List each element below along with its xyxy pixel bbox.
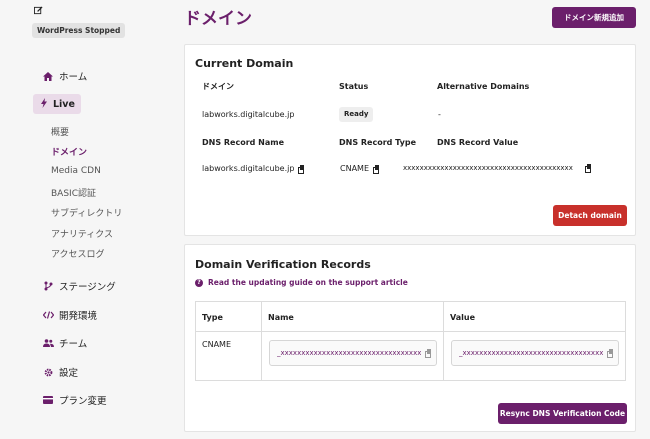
sidebar-item-live[interactable]: Live bbox=[33, 94, 81, 114]
sidebar-subitem-analytics[interactable]: アナリティクス bbox=[51, 227, 113, 240]
alt-domains-header: Alternative Domains bbox=[437, 82, 530, 91]
sidebar-subitem-basic-auth[interactable]: BASIC認証 bbox=[51, 186, 96, 199]
sidebar-item-label: プラン変更 bbox=[59, 396, 107, 407]
dns-name-value: labworks.digitalcube.jp bbox=[202, 164, 295, 173]
record-name-value: _xxxxxxxxxxxxxxxxxxxxxxxxxxxxxxxxxx bbox=[277, 349, 421, 357]
table-row: CNAME _xxxxxxxxxxxxxxxxxxxxxxxxxxxxxxxxx… bbox=[195, 331, 626, 381]
bolt-icon bbox=[41, 97, 47, 111]
record-value-value: _xxxxxxxxxxxxxxxxxxxxxxxxxxxxxxxxxx bbox=[459, 349, 603, 357]
sidebar-item-home[interactable]: ホーム bbox=[42, 69, 87, 83]
sidebar-subitem-domain[interactable]: ドメイン bbox=[51, 145, 87, 158]
sidebar-subitem-media-cdn[interactable]: Media CDN bbox=[51, 166, 101, 176]
status-badge: WordPress Stopped bbox=[32, 23, 126, 38]
copy-icon[interactable] bbox=[373, 164, 379, 174]
dns-name-cell: labworks.digitalcube.jp bbox=[202, 164, 305, 174]
dns-name-header: DNS Record Name bbox=[202, 138, 285, 147]
dns-value-header: DNS Record Value bbox=[437, 138, 519, 147]
sidebar-item-settings[interactable]: 設定 bbox=[42, 365, 78, 379]
team-icon bbox=[42, 338, 54, 348]
sidebar-item-label: ホーム bbox=[59, 72, 88, 83]
sidebar: WordPress Stopped ホーム Live 概要 ドメイン Media… bbox=[0, 0, 171, 439]
dns-type-cell: CNAME bbox=[340, 164, 379, 174]
sidebar-item-plan-change[interactable]: プラン変更 bbox=[42, 393, 107, 407]
sidebar-subitem-overview[interactable]: 概要 bbox=[51, 125, 69, 138]
question-icon: ? bbox=[195, 278, 203, 287]
resync-dns-button[interactable]: Resync DNS Verification Code bbox=[498, 403, 627, 424]
sidebar-item-team[interactable]: チーム bbox=[42, 336, 87, 350]
home-icon bbox=[42, 71, 54, 81]
sidebar-subitem-access-log[interactable]: アクセスログ bbox=[51, 247, 105, 260]
status-badge-ready: Ready bbox=[339, 107, 374, 122]
add-domain-button[interactable]: ドメイン新規追加 bbox=[552, 7, 636, 28]
gear-icon bbox=[42, 367, 54, 377]
sidebar-item-label: ステージング bbox=[59, 282, 116, 293]
page-title: ドメイン bbox=[184, 9, 252, 29]
dns-record-value: xxxxxxxxxxxxxxxxxxxxxxxxxxxxxxxxxxxxxxxx… bbox=[403, 164, 573, 172]
record-type-cell: CNAME bbox=[195, 331, 262, 381]
sidebar-item-label: 設定 bbox=[59, 368, 79, 379]
record-name-cell: _xxxxxxxxxxxxxxxxxxxxxxxxxxxxxxxxxx bbox=[261, 331, 444, 381]
copy-icon[interactable] bbox=[298, 164, 305, 174]
support-guide-link-text: Read the updating guide on the support a… bbox=[208, 278, 408, 287]
alt-domains-value: - bbox=[438, 110, 441, 119]
copy-icon[interactable] bbox=[584, 164, 591, 173]
sidebar-subitem-subdirectory[interactable]: サブディレクトリ bbox=[51, 206, 122, 219]
verification-title: Domain Verification Records bbox=[195, 258, 371, 271]
record-value-cell: _xxxxxxxxxxxxxxxxxxxxxxxxxxxxxxxxxx bbox=[443, 331, 626, 381]
sidebar-item-dev-env[interactable]: 開発環境 bbox=[42, 308, 97, 322]
column-header-value: Value bbox=[443, 301, 626, 332]
dns-type-value: CNAME bbox=[340, 164, 369, 173]
current-domain-title: Current Domain bbox=[195, 57, 294, 70]
column-header-name: Name bbox=[261, 301, 444, 332]
sidebar-item-staging[interactable]: ステージング bbox=[42, 279, 116, 293]
domain-header: ドメイン bbox=[202, 82, 234, 91]
dns-value-cell: xxxxxxxxxxxxxxxxxxxxxxxxxxxxxxxxxxxxxxxx… bbox=[403, 164, 591, 173]
record-value-field[interactable]: _xxxxxxxxxxxxxxxxxxxxxxxxxxxxxxxxxx bbox=[451, 340, 619, 366]
domain-value: labworks.digitalcube.jp bbox=[202, 110, 295, 119]
edit-icon[interactable] bbox=[34, 6, 43, 15]
copy-icon[interactable] bbox=[425, 349, 432, 358]
record-name-field[interactable]: _xxxxxxxxxxxxxxxxxxxxxxxxxxxxxxxxxx bbox=[269, 340, 437, 366]
dns-type-header: DNS Record Type bbox=[339, 138, 417, 147]
sidebar-item-label: チーム bbox=[59, 339, 88, 350]
status-header: Status bbox=[339, 82, 369, 91]
table-header-row: Type Name Value bbox=[195, 301, 626, 332]
support-guide-link[interactable]: ? Read the updating guide on the support… bbox=[195, 278, 408, 287]
code-icon bbox=[42, 310, 54, 320]
branch-icon bbox=[42, 281, 54, 291]
card-icon bbox=[42, 395, 54, 405]
sidebar-item-label: 開発環境 bbox=[59, 311, 98, 322]
column-header-type: Type bbox=[195, 301, 262, 332]
copy-icon[interactable] bbox=[607, 349, 614, 358]
detach-domain-button[interactable]: Detach domain bbox=[553, 205, 627, 226]
sidebar-item-label: Live bbox=[53, 98, 75, 110]
verification-records-table: Type Name Value CNAME _xxxxxxxxxxxxxxxxx… bbox=[195, 301, 626, 381]
